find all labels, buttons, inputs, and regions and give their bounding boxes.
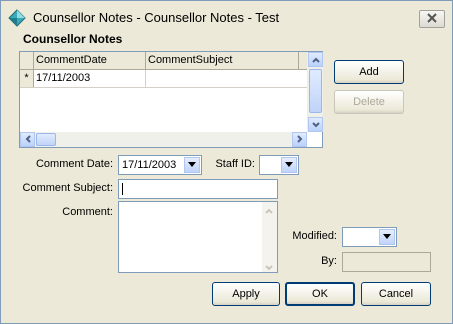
cancel-button[interactable]: Cancel [361,282,431,306]
chevron-down-icon [188,156,196,174]
comment-label: Comment: [62,206,113,218]
modified-label: Modified: [292,230,337,242]
comment-date-label: Comment Date: [35,158,113,170]
scroll-up-icon[interactable] [265,205,273,217]
grid-header: CommentDate CommentSubject [20,52,307,70]
apply-button[interactable]: Apply [212,282,280,306]
close-button[interactable] [419,10,445,28]
new-row-marker: * [20,70,34,87]
chevron-down-icon [311,119,320,131]
app-diamond-icon [8,9,26,27]
add-button[interactable]: Add [334,60,404,84]
comment-scrollbar[interactable] [262,202,277,272]
chevron-down-icon [383,228,391,246]
scroll-right-button[interactable] [292,132,307,147]
notes-grid[interactable]: CommentDate CommentSubject * 17/11/2003 [19,51,323,148]
ok-button[interactable]: OK [285,282,355,306]
vertical-scroll-thumb[interactable] [309,69,322,113]
chevron-right-icon [296,134,303,146]
column-header-comment-subject[interactable]: CommentSubject [146,52,299,69]
window-title: Counsellor Notes - Counsellor Notes - Te… [33,10,280,25]
cell-comment-subject[interactable] [146,70,306,87]
by-field [342,252,431,272]
staff-id-label: Staff ID: [215,158,255,170]
chevron-up-icon [311,54,320,66]
grid-horizontal-scrollbar[interactable] [20,132,307,147]
grid-vertical-scrollbar[interactable] [307,52,323,132]
table-row[interactable]: * 17/11/2003 [20,70,307,88]
comment-textarea[interactable] [118,201,278,273]
row-selector-header [20,52,34,69]
modified-dropdown-button[interactable] [379,229,395,245]
scroll-down-button[interactable] [308,117,323,132]
comment-subject-label: Comment Subject: [22,182,113,194]
dialog-window: Counsellor Notes - Counsellor Notes - Te… [0,0,453,324]
section-title: Counsellor Notes [23,32,123,46]
by-label: By: [321,255,337,267]
title-bar[interactable]: Counsellor Notes - Counsellor Notes - Te… [1,1,452,33]
delete-button[interactable]: Delete [334,90,404,114]
cell-comment-date[interactable]: 17/11/2003 [34,70,146,87]
scroll-down-icon[interactable] [265,262,273,274]
comment-date-dropdown-button[interactable] [184,157,200,173]
chevron-down-icon [285,156,293,174]
comment-date-field[interactable]: 17/11/2003 [118,155,202,175]
staff-id-dropdown-button[interactable] [281,157,297,173]
column-header-comment-date[interactable]: CommentDate [34,52,146,69]
chevron-left-icon [25,134,31,146]
scroll-left-button[interactable] [20,132,35,147]
text-caret [122,183,123,195]
close-icon [427,12,437,26]
modified-select[interactable] [342,227,397,247]
comment-subject-input[interactable] [118,179,278,199]
staff-id-select[interactable] [259,155,299,175]
horizontal-scroll-thumb[interactable] [36,133,56,146]
scroll-up-button[interactable] [308,52,323,67]
comment-date-value: 17/11/2003 [122,159,177,171]
